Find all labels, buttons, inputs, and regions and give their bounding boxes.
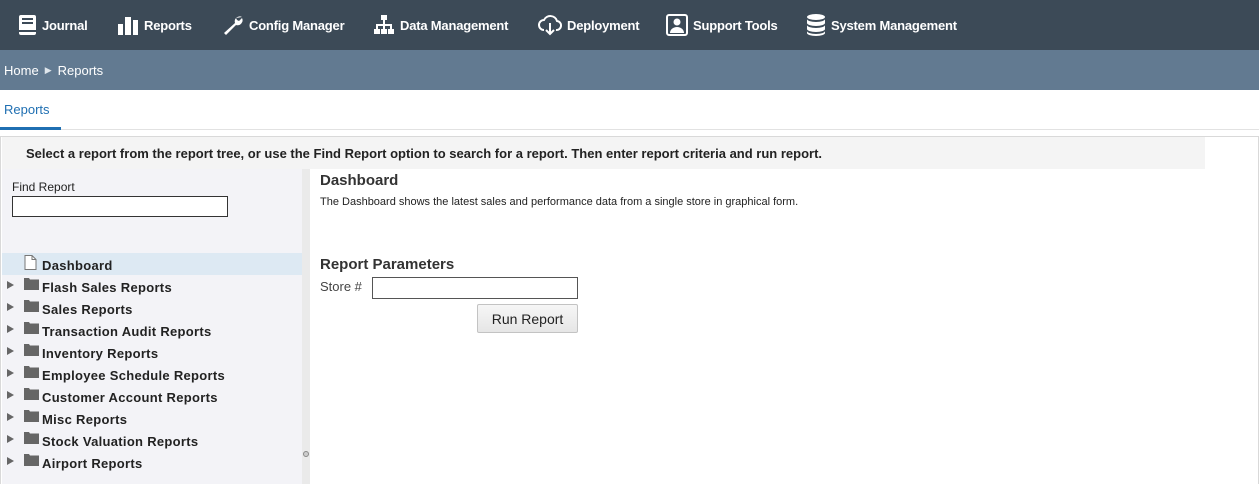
instruction-bar: Select a report from the report tree, or… [2, 137, 1205, 169]
tree-item-flash-sales-reports[interactable]: Flash Sales Reports [2, 275, 302, 297]
tree-item-customer-account-reports[interactable]: Customer Account Reports [2, 385, 302, 407]
folder-icon [24, 431, 39, 447]
breadcrumb: Home ▶ Reports [0, 50, 1259, 90]
report-tree: Dashboard Flash Sales Reports Sales Repo… [2, 253, 302, 473]
expand-arrow-icon[interactable] [7, 369, 14, 377]
folder-icon [24, 453, 39, 469]
tree-item-label: Stock Valuation Reports [42, 434, 199, 449]
nav-label: Journal [42, 17, 88, 33]
breadcrumb-separator-icon: ▶ [44, 64, 52, 75]
tree-item-misc-reports[interactable]: Misc Reports [2, 407, 302, 429]
support-person-icon [666, 14, 693, 36]
nav-deployment[interactable]: Deployment [538, 0, 640, 50]
report-description: The Dashboard shows the latest sales and… [320, 196, 799, 208]
nav-label: Support Tools [693, 17, 778, 33]
breadcrumb-reports[interactable]: Reports [58, 63, 104, 78]
tree-item-label: Airport Reports [42, 456, 143, 471]
nav-label: System Management [831, 17, 957, 33]
folder-icon [24, 277, 39, 293]
expand-arrow-icon[interactable] [7, 391, 14, 399]
hierarchy-icon [373, 14, 400, 36]
folder-icon [24, 321, 39, 337]
tab-reports[interactable]: Reports [0, 90, 61, 130]
nav-config-manager[interactable]: Config Manager [222, 0, 345, 50]
database-icon [806, 13, 831, 37]
breadcrumb-home[interactable]: Home [4, 63, 39, 78]
nav-label: Data Management [400, 17, 509, 33]
expand-arrow-icon[interactable] [7, 281, 14, 289]
folder-icon [24, 343, 39, 359]
top-navigation: Journal Reports Config Manager Data Mana… [0, 0, 1259, 50]
tree-item-dashboard[interactable]: Dashboard [2, 253, 302, 275]
panel-splitter[interactable] [302, 169, 310, 484]
find-report-label: Find Report [12, 180, 75, 194]
expand-arrow-icon[interactable] [7, 457, 14, 465]
tree-item-label: Misc Reports [42, 412, 128, 427]
expand-arrow-icon[interactable] [7, 325, 14, 333]
tree-item-label: Sales Reports [42, 302, 133, 317]
expand-arrow-icon[interactable] [7, 413, 14, 421]
folder-icon [24, 365, 39, 381]
tree-item-airport-reports[interactable]: Airport Reports [2, 451, 302, 473]
folder-icon [24, 387, 39, 403]
find-report-input[interactable] [12, 196, 228, 217]
run-report-button[interactable]: Run Report [477, 304, 578, 333]
report-title: Dashboard [320, 172, 399, 189]
report-details-panel: Dashboard The Dashboard shows the latest… [310, 169, 1258, 484]
expand-arrow-icon[interactable] [7, 347, 14, 355]
cloud-download-icon [538, 14, 567, 36]
tree-item-label: Transaction Audit Reports [42, 324, 212, 339]
nav-journal[interactable]: Journal [18, 0, 88, 50]
tree-item-sales-reports[interactable]: Sales Reports [2, 297, 302, 319]
instruction-text: Select a report from the report tree, or… [26, 146, 823, 161]
expand-arrow-icon[interactable] [7, 303, 14, 311]
tree-item-transaction-audit-reports[interactable]: Transaction Audit Reports [2, 319, 302, 341]
nav-support-tools[interactable]: Support Tools [666, 0, 778, 50]
nav-reports[interactable]: Reports [117, 0, 192, 50]
expand-arrow-icon[interactable] [7, 435, 14, 443]
reports-frame: Select a report from the report tree, or… [0, 136, 1259, 484]
journal-book-icon [18, 14, 42, 36]
nav-label: Deployment [567, 17, 640, 33]
tab-bar: Reports [0, 90, 1259, 130]
tree-item-stock-valuation-reports[interactable]: Stock Valuation Reports [2, 429, 302, 451]
nav-data-management[interactable]: Data Management [373, 0, 508, 50]
nav-system-management[interactable]: System Management [806, 0, 957, 50]
folder-icon [24, 299, 39, 315]
folder-icon [24, 409, 39, 425]
splitter-handle-icon[interactable] [303, 451, 309, 457]
bar-chart-icon [117, 14, 144, 36]
nav-label: Config Manager [249, 17, 345, 33]
tree-item-label: Flash Sales Reports [42, 280, 172, 295]
tree-item-label: Employee Schedule Reports [42, 368, 226, 383]
tree-item-label: Customer Account Reports [42, 390, 218, 405]
tree-item-employee-schedule-reports[interactable]: Employee Schedule Reports [2, 363, 302, 385]
wrench-icon [222, 14, 249, 36]
file-icon [24, 255, 37, 273]
nav-label: Reports [144, 17, 192, 33]
tree-item-label: Inventory Reports [42, 346, 159, 361]
report-tree-panel: Find Report Dashboard Flash Sales Report… [2, 169, 302, 484]
store-number-label: Store # [320, 279, 362, 294]
tree-item-inventory-reports[interactable]: Inventory Reports [2, 341, 302, 363]
tree-item-label: Dashboard [42, 258, 113, 273]
report-parameters-heading: Report Parameters [320, 256, 455, 273]
store-number-input[interactable] [372, 277, 578, 299]
